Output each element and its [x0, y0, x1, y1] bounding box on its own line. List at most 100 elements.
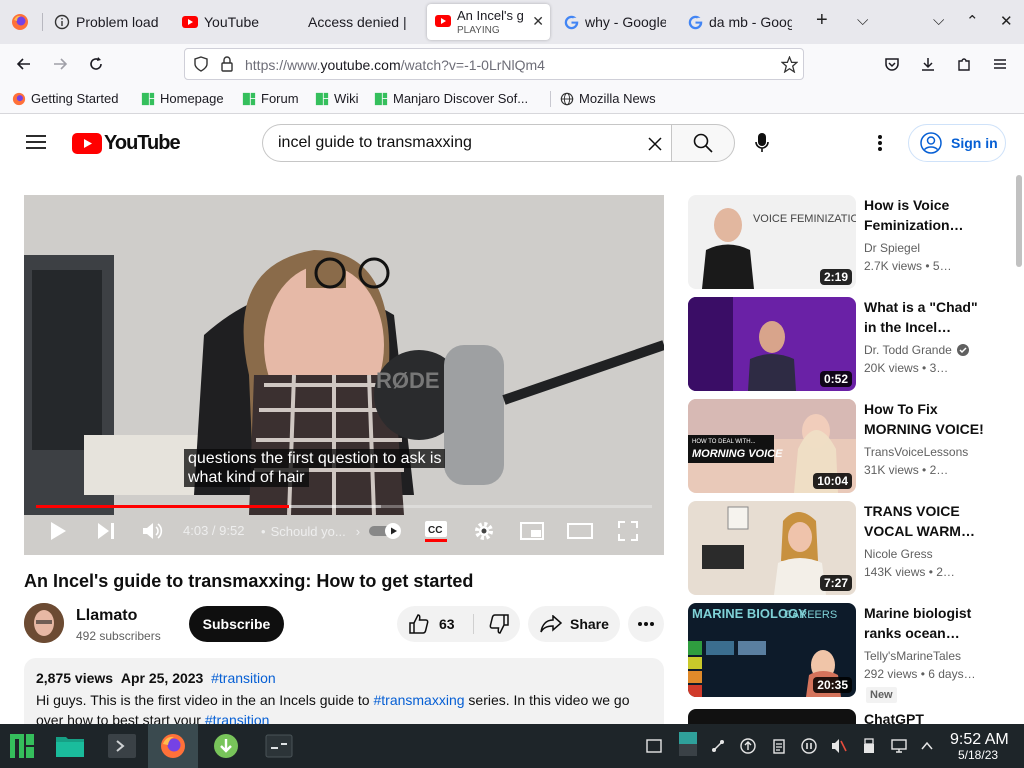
related-channel[interactable]: Nicole Gress — [864, 547, 933, 561]
search-box[interactable] — [262, 124, 672, 162]
application-launcher-icon[interactable] — [0, 724, 44, 768]
hashtag-link[interactable]: #transmaxxing — [373, 692, 464, 708]
related-video[interactable]: VOICE FEMINIZATION 2:19 How is Voice Fem… — [688, 195, 1008, 289]
show-hidden-icons-chevron-icon[interactable] — [919, 738, 935, 754]
terminal-icon[interactable] — [104, 724, 140, 768]
url-bar[interactable]: https://www.youtube.com/watch?v=-1-0LrNl… — [184, 48, 804, 80]
close-tab-icon[interactable]: ✕ — [532, 13, 544, 30]
volume-icon[interactable] — [141, 517, 165, 545]
theater-mode-icon[interactable] — [567, 517, 593, 545]
tab-access-denied[interactable]: Access denied | — [300, 4, 420, 40]
youtube-logo[interactable]: YouTube — [72, 132, 181, 155]
bookmark-mozilla-news[interactable]: Mozilla News — [560, 91, 656, 106]
network-icon[interactable] — [891, 738, 907, 754]
related-video[interactable]: ChatGPT — [688, 709, 1008, 724]
clear-search-icon[interactable] — [647, 136, 663, 152]
tab-youtube[interactable]: YouTube — [174, 4, 292, 40]
system-monitor-icon[interactable] — [262, 724, 296, 768]
firefox-taskbar-icon[interactable] — [148, 724, 198, 768]
removable-device-icon[interactable] — [861, 738, 877, 754]
updates-available-icon[interactable] — [740, 738, 756, 754]
related-title[interactable]: Marine biologist ranks ocean… — [864, 603, 984, 643]
fullscreen-icon[interactable] — [615, 517, 641, 545]
related-video[interactable]: 7:27 TRANS VOICE VOCAL WARM… Nicole Gres… — [688, 501, 1008, 595]
minimize-icon[interactable]: ⌵ — [933, 12, 944, 29]
sign-in-button[interactable]: Sign in — [908, 124, 1006, 162]
downloads-icon[interactable] — [916, 52, 940, 76]
settings-gear-icon[interactable] — [471, 517, 497, 545]
related-title[interactable]: How To Fix MORNING VOICE! — [864, 399, 984, 439]
hamburger-menu-icon[interactable] — [26, 134, 46, 150]
firefox-icon[interactable] — [10, 12, 30, 32]
lock-icon[interactable] — [220, 56, 234, 72]
video-thumbnail[interactable]: MARINE BIOLOGY CAREERS 20:35 — [688, 603, 856, 697]
workspace-pager-icon[interactable] — [679, 732, 697, 756]
bookmark-homepage[interactable]: Homepage — [141, 91, 224, 106]
close-window-icon[interactable]: ✕ — [1000, 12, 1013, 30]
tab-problem-loading[interactable]: Problem load — [46, 4, 166, 40]
like-button[interactable]: 63 — [397, 606, 469, 642]
file-manager-icon[interactable] — [52, 724, 88, 768]
media-player-icon[interactable] — [801, 738, 817, 754]
tab-incel-guide[interactable]: An Incel's g PLAYING ✕ — [427, 4, 550, 40]
shield-icon[interactable] — [193, 56, 209, 72]
video-thumbnail[interactable]: VOICE FEMINIZATION 2:19 — [688, 195, 856, 289]
forward-arrow-icon[interactable] — [48, 52, 72, 76]
video-thumbnail[interactable] — [688, 709, 856, 724]
related-video[interactable]: 0:52 What is a "Chad" in the Incel… Dr. … — [688, 297, 1008, 391]
new-tab-button[interactable]: + — [816, 9, 828, 32]
connectivity-icon[interactable] — [710, 738, 726, 754]
autoplay-toggle-icon[interactable] — [368, 517, 404, 545]
page-scrollbar[interactable] — [1016, 175, 1022, 267]
url-text[interactable]: https://www.youtube.com/watch?v=-1-0LrNl… — [245, 57, 545, 73]
related-video[interactable]: MARINE BIOLOGY CAREERS 20:35 Marine biolo… — [688, 603, 1008, 703]
microphone-icon[interactable] — [755, 133, 769, 153]
hashtag-link[interactable]: #transition — [211, 670, 276, 686]
software-update-icon[interactable] — [208, 724, 244, 768]
share-button[interactable]: Share — [528, 606, 620, 642]
more-options-icon[interactable] — [877, 134, 883, 152]
clock-time[interactable]: 9:52 AM — [950, 731, 1009, 749]
play-icon[interactable] — [46, 517, 70, 545]
related-video[interactable]: HOW TO DEAL WITH... MORNING VOICE 10:04 H… — [688, 399, 1008, 493]
related-title[interactable]: ChatGPT — [864, 709, 984, 724]
back-arrow-icon[interactable] — [12, 52, 36, 76]
bookmark-wiki[interactable]: Wiki — [315, 91, 359, 106]
more-actions-button[interactable] — [628, 606, 664, 642]
tab-why-google[interactable]: why - Google — [556, 4, 674, 40]
bookmark-manjaro-discover[interactable]: Manjaro Discover Sof... — [374, 91, 528, 106]
progress-bar[interactable] — [36, 505, 652, 508]
bookmark-forum[interactable]: Forum — [242, 91, 299, 106]
search-input[interactable] — [278, 125, 638, 161]
related-channel[interactable]: Telly'sMarineTales — [864, 649, 961, 663]
subtitles-cc-icon[interactable]: CC — [423, 517, 449, 545]
app-menu-icon[interactable] — [988, 52, 1012, 76]
bookmark-star-icon[interactable] — [781, 56, 798, 73]
miniplayer-icon[interactable] — [519, 517, 545, 545]
related-title[interactable]: What is a "Chad" in the Incel… — [864, 297, 984, 337]
video-thumbnail[interactable]: 7:27 — [688, 501, 856, 595]
reload-icon[interactable] — [84, 52, 108, 76]
search-button[interactable] — [671, 124, 735, 162]
desktop-icon[interactable] — [646, 738, 662, 754]
video-player[interactable]: RØDE questions the first question to ask… — [24, 195, 664, 555]
chapter-title[interactable]: • Schould yo... › — [261, 524, 360, 539]
related-title[interactable]: TRANS VOICE VOCAL WARM… — [864, 501, 984, 541]
channel-avatar[interactable] — [24, 603, 64, 643]
related-channel[interactable]: Dr Spiegel — [864, 241, 920, 255]
volume-muted-icon[interactable] — [831, 738, 847, 754]
next-icon[interactable] — [94, 517, 118, 545]
bookmark-getting-started[interactable]: Getting Started — [12, 91, 118, 106]
tab-da-mb-google[interactable]: da mb - Goog — [680, 4, 800, 40]
maximize-icon[interactable]: ⌃ — [966, 12, 979, 30]
subscribe-button[interactable]: Subscribe — [189, 606, 284, 642]
video-thumbnail[interactable]: HOW TO DEAL WITH... MORNING VOICE 10:04 — [688, 399, 856, 493]
related-channel[interactable]: TransVoiceLessons — [864, 445, 968, 459]
channel-name[interactable]: Llamato — [76, 607, 137, 625]
related-title[interactable]: How is Voice Feminization… — [864, 195, 984, 235]
extensions-icon[interactable] — [952, 52, 976, 76]
clock-date[interactable]: 5/18/23 — [958, 748, 998, 762]
related-channel[interactable]: Dr. Todd Grande — [864, 343, 969, 357]
dislike-button[interactable] — [477, 606, 520, 642]
clipboard-icon[interactable] — [771, 738, 787, 754]
